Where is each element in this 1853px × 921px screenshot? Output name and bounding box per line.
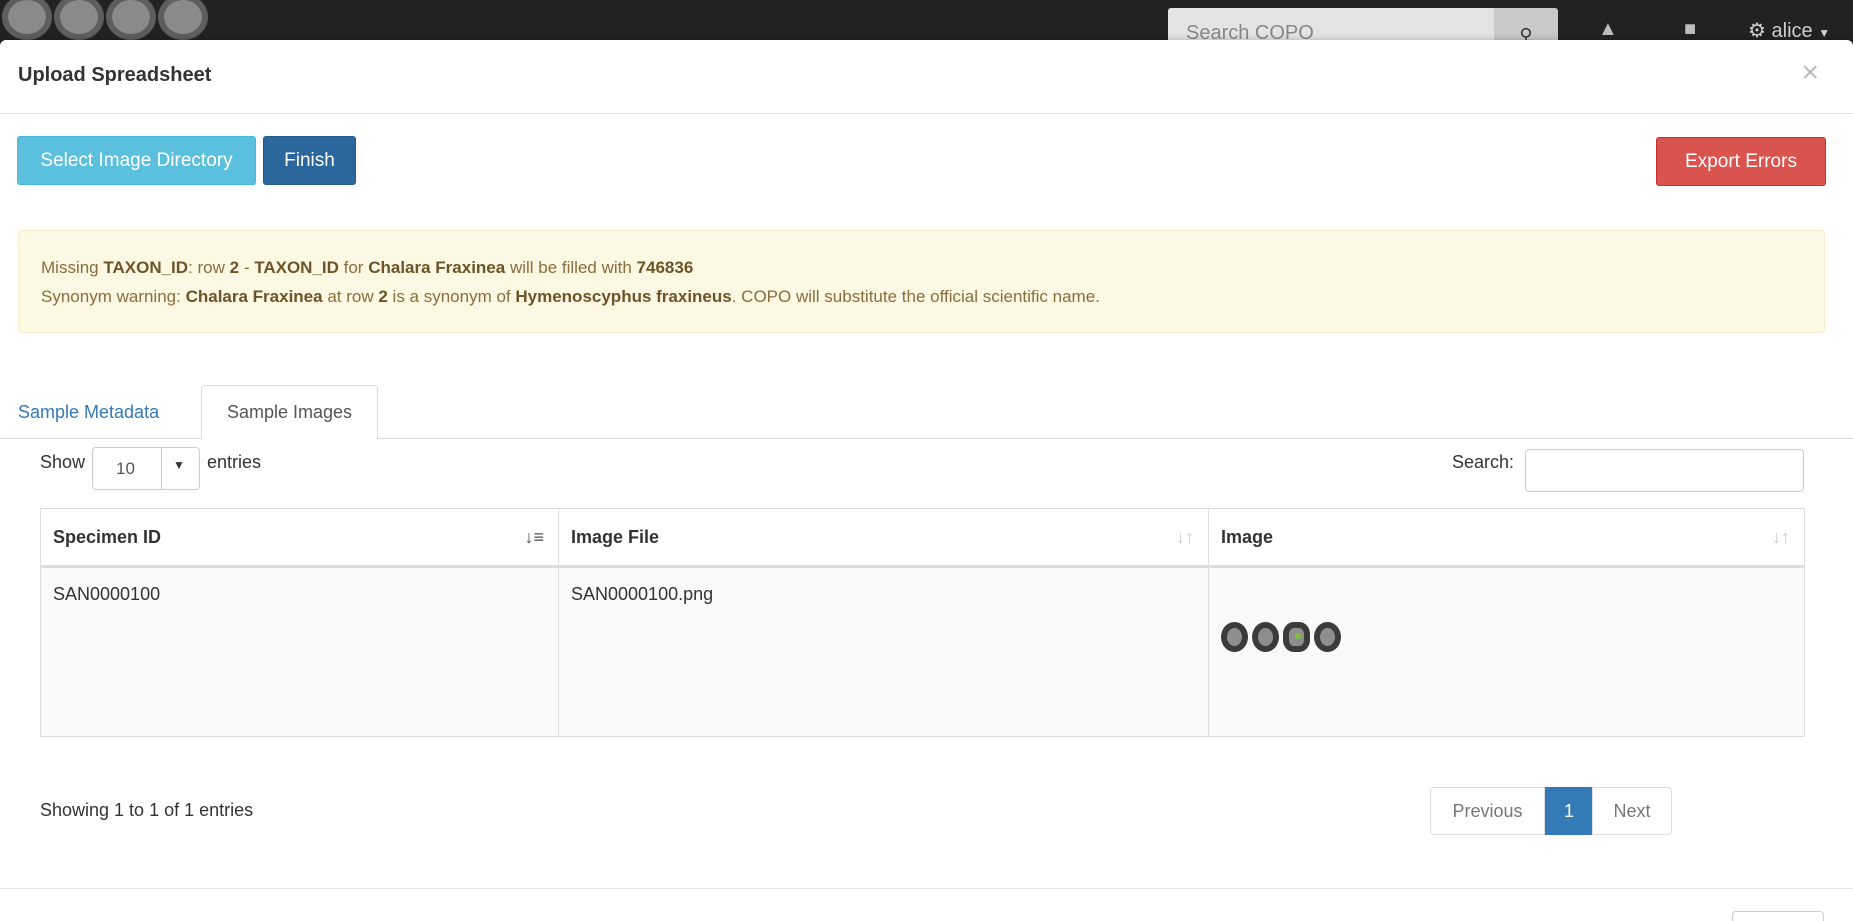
cell-specimen-id: SAN0000100 [40,566,559,737]
copo-image-thumbnail [1221,622,1792,652]
entries-length-select[interactable]: 10 ▼ [92,447,200,490]
column-header-image-file[interactable]: Image File ↓↑ [558,508,1209,568]
sample-images-table: Specimen ID ↓≡ Image File ↓↑ Image ↓↑ SAN00… [40,508,1805,737]
alert-missing-taxon: Missing TAXON_ID: row 2 - TAXON_ID for C… [41,258,694,277]
cell-image [1208,566,1805,737]
user-name: alice [1771,20,1813,42]
pagination: Previous 1 Next [1430,787,1672,835]
sort-icon: ↓↑ [1176,527,1194,547]
tab-sample-images[interactable]: Sample Images [201,385,378,440]
footer-button[interactable] [1732,911,1824,921]
search-label: Search: [1452,452,1515,472]
table-row: SAN0000100 SAN0000100.png [40,566,1805,737]
tab-sample-metadata[interactable]: Sample Metadata [0,385,181,439]
export-errors-button[interactable]: Export Errors [1656,137,1826,186]
cell-image-file: SAN0000100.png [558,566,1209,737]
warning-alert: Missing TAXON_ID: row 2 - TAXON_ID for C… [18,230,1825,333]
table-info: Showing 1 to 1 of 1 entries [40,800,254,820]
gear-icon: ⚙ [1748,20,1766,42]
show-label: Show [40,452,86,472]
alert-synonym-warning: Synonym warning: Chalara Fraxinea at row… [41,287,1100,306]
sort-asc-icon: ↓≡ [524,527,544,547]
column-header-specimen-id[interactable]: Specimen ID ↓≡ [40,508,559,568]
close-icon[interactable]: × [1801,58,1819,88]
book-icon[interactable]: ■ [1684,18,1696,41]
select-image-directory-button[interactable]: Select Image Directory [17,136,256,185]
finish-button[interactable]: Finish [263,136,356,185]
modal-header: Upload Spreadsheet × [0,40,1853,114]
pagination-previous-button[interactable]: Previous [1430,787,1545,835]
copo-logo[interactable] [2,0,208,40]
column-header-image[interactable]: Image ↓↑ [1208,508,1805,568]
modal-title: Upload Spreadsheet [18,64,212,86]
tab-bar: Sample Metadata Sample Images [0,385,1853,440]
bell-icon[interactable]: ▲ [1598,18,1618,41]
pagination-next-button[interactable]: Next [1592,787,1672,835]
sort-icon: ↓↑ [1772,527,1790,547]
chevron-down-icon: ▼ [173,458,185,472]
entries-label: entries [207,452,262,472]
entries-length-value: 10 [116,459,135,478]
table-search-input[interactable] [1525,449,1804,492]
caret-down-icon: ▼ [1818,26,1831,40]
pagination-page-button[interactable]: 1 [1545,787,1593,835]
modal-footer-divider [0,888,1853,889]
